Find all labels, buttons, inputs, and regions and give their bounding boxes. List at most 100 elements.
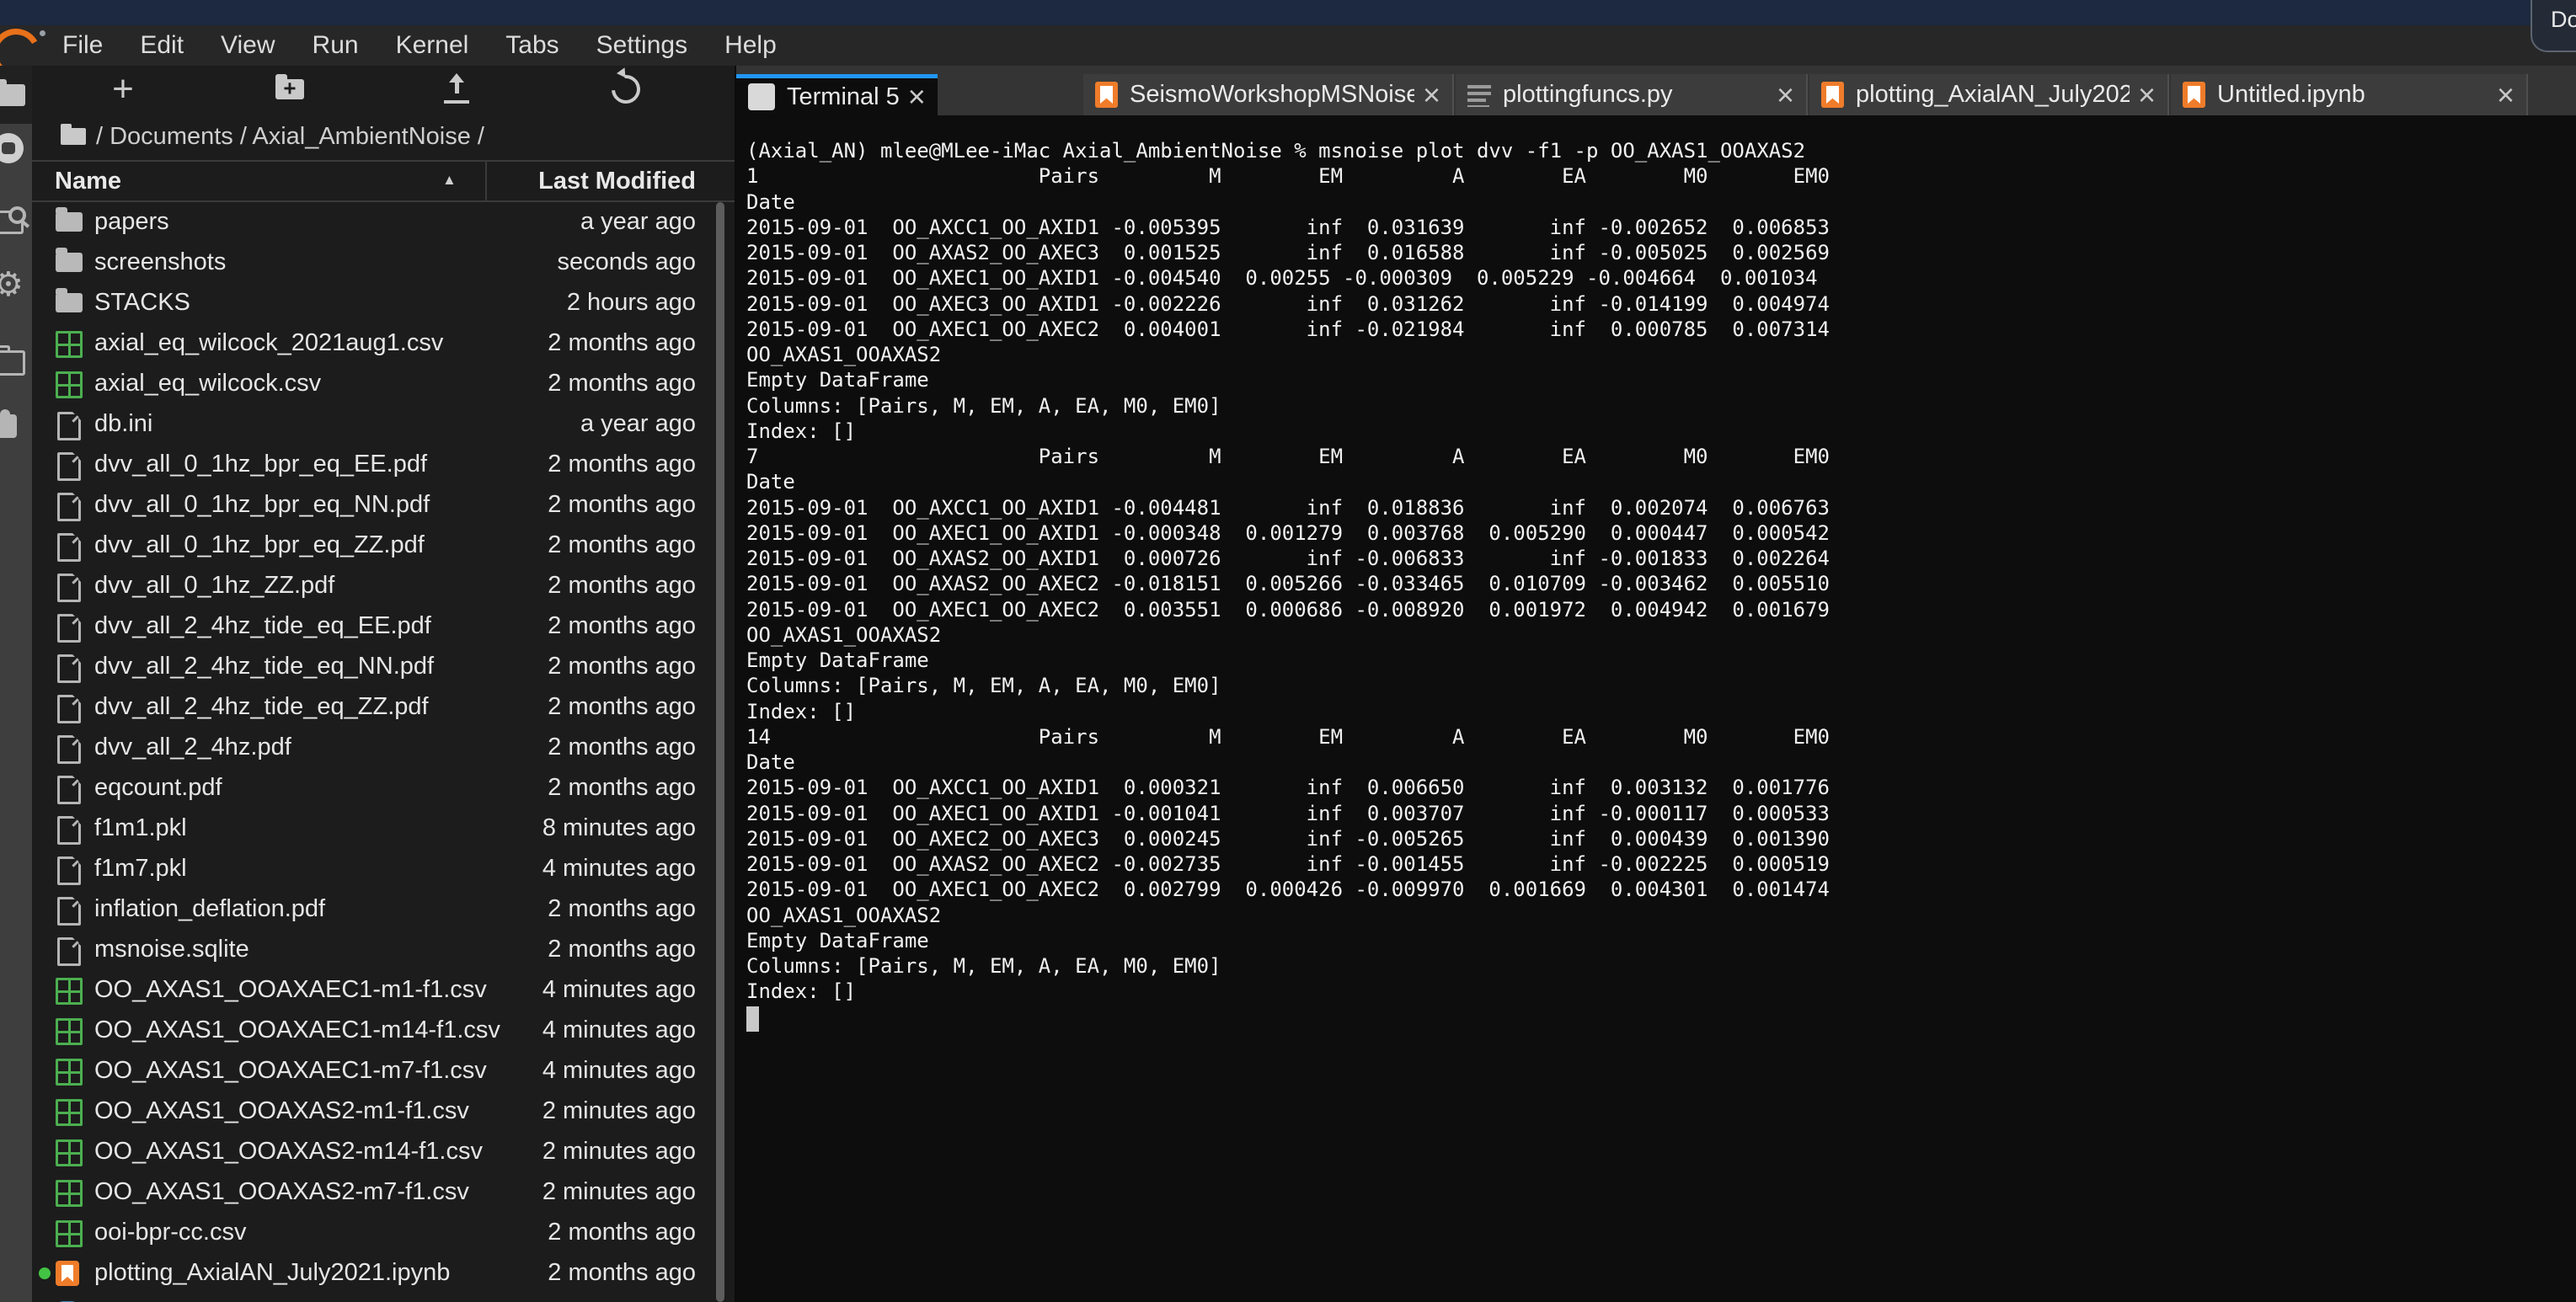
file-list-item[interactable]: ooi-bpr-cc.csv 2 months ago bbox=[32, 1213, 735, 1253]
file-name[interactable]: screenshots bbox=[94, 248, 226, 276]
document-tab[interactable]: Terminal 5 × bbox=[736, 74, 938, 115]
file-list-item[interactable]: OO_AXAS1_OOAXAS2-m14-f1.csv 2 minutes ag… bbox=[32, 1132, 735, 1172]
file-list-item[interactable]: db.ini a year ago bbox=[32, 404, 735, 445]
tab-label[interactable]: SeismoWorkshopMSNoiseL bbox=[1130, 81, 1414, 109]
tab-label[interactable]: plottingfuncs.py bbox=[1503, 81, 1768, 109]
menu-item[interactable]: View bbox=[202, 25, 293, 66]
running-kernel-dot bbox=[39, 1267, 51, 1279]
document-tab[interactable]: plotting_AxialAN_July2021 × bbox=[1809, 74, 2169, 115]
file-name[interactable]: papers bbox=[94, 208, 169, 236]
file-name[interactable]: dvv_all_2_4hz.pdf bbox=[94, 734, 291, 761]
file-list-item[interactable]: f1m1.pkl 8 minutes ago bbox=[32, 808, 735, 849]
file-name[interactable]: OO_AXAS1_OOAXAEC1-m1-f1.csv bbox=[94, 976, 487, 1004]
file-list-item[interactable]: axial_eq_wilcock_2021aug1.csv 2 months a… bbox=[32, 323, 735, 364]
file-name[interactable]: msnoise.sqlite bbox=[94, 936, 249, 963]
document-tab[interactable]: Untitled.ipynb × bbox=[2171, 74, 2528, 115]
file-name[interactable]: dvv_all_0_1hz_ZZ.pdf bbox=[94, 572, 334, 600]
file-list-item[interactable]: dvv_all_0_1hz_ZZ.pdf 2 months ago bbox=[32, 566, 735, 606]
menu-item[interactable]: Help bbox=[706, 25, 795, 66]
new-folder-icon bbox=[275, 79, 304, 99]
file-type-icon bbox=[56, 1261, 83, 1286]
file-list-item[interactable]: dvv_all_2_4hz_tide_eq_ZZ.pdf 2 months ag… bbox=[32, 687, 735, 728]
file-list-item[interactable]: STACKS 2 hours ago bbox=[32, 283, 735, 323]
file-list-item[interactable]: OO_AXAS1_OOAXAEC1-m7-f1.csv 4 minutes ag… bbox=[32, 1051, 735, 1091]
file-list-item[interactable]: plotting_AxialAN_July2021.ipynb 2 months… bbox=[32, 1253, 735, 1294]
file-name[interactable]: dvv_all_2_4hz_tide_eq_NN.pdf bbox=[94, 653, 434, 680]
file-list-item[interactable]: plottingfuncs_adapted.py 2 months ago bbox=[32, 1294, 735, 1302]
file-list-scrollbar[interactable] bbox=[716, 202, 724, 1302]
home-folder-icon[interactable] bbox=[61, 128, 86, 145]
file-list-item[interactable]: f1m7.pkl 4 minutes ago bbox=[32, 849, 735, 889]
menu-item[interactable]: Run bbox=[294, 25, 377, 66]
tab-label[interactable]: Untitled.ipynb bbox=[2217, 81, 2488, 109]
file-name[interactable]: plotting_AxialAN_July2021.ipynb bbox=[94, 1259, 450, 1287]
refresh-button[interactable] bbox=[601, 69, 651, 109]
file-list-item[interactable]: OO_AXAS1_OOAXAEC1-m14-f1.csv 4 minutes a… bbox=[32, 1011, 735, 1051]
file-name[interactable]: OO_AXAS1_OOAXAS2-m7-f1.csv bbox=[94, 1178, 469, 1206]
tab-label[interactable]: plotting_AxialAN_July2021 bbox=[1856, 81, 2130, 109]
file-list-item[interactable]: dvv_all_2_4hz_tide_eq_EE.pdf 2 months ag… bbox=[32, 606, 735, 647]
file-list-item[interactable]: axial_eq_wilcock.csv 2 months ago bbox=[32, 364, 735, 404]
document-tab[interactable]: SeismoWorkshopMSNoiseL × bbox=[1083, 74, 1454, 115]
file-name[interactable]: OO_AXAS1_OOAXAEC1-m7-f1.csv bbox=[94, 1057, 487, 1085]
menu-item[interactable]: Kernel bbox=[377, 25, 488, 66]
file-list-item[interactable]: OO_AXAS1_OOAXAS2-m7-f1.csv 2 minutes ago bbox=[32, 1172, 735, 1213]
close-icon[interactable]: × bbox=[1777, 83, 1794, 108]
breadcrumb-path[interactable]: / Documents / Axial_AmbientNoise / bbox=[96, 123, 484, 151]
file-list-item[interactable]: papers a year ago bbox=[32, 202, 735, 243]
file-name[interactable]: dvv_all_2_4hz_tide_eq_ZZ.pdf bbox=[94, 693, 429, 721]
file-name[interactable]: axial_eq_wilcock.csv bbox=[94, 370, 321, 398]
file-name[interactable]: OO_AXAS1_OOAXAEC1-m14-f1.csv bbox=[94, 1017, 500, 1044]
gear-icon[interactable]: ⚙ bbox=[0, 268, 24, 301]
file-name[interactable]: OO_AXAS1_OOAXAS2-m14-f1.csv bbox=[94, 1138, 483, 1166]
sort-ascending-icon[interactable]: ▲ bbox=[442, 172, 457, 189]
file-name[interactable]: dvv_all_0_1hz_bpr_eq_EE.pdf bbox=[94, 451, 427, 478]
close-icon[interactable]: × bbox=[908, 84, 926, 109]
file-list-item[interactable]: dvv_all_0_1hz_bpr_eq_ZZ.pdf 2 months ago bbox=[32, 526, 735, 566]
menu-item[interactable]: Edit bbox=[121, 25, 202, 66]
file-list-item[interactable]: eqcount.pdf 2 months ago bbox=[32, 768, 735, 808]
menu-item[interactable]: Settings bbox=[578, 25, 706, 66]
file-list-item[interactable]: OO_AXAS1_OOAXAS2-m1-f1.csv 2 minutes ago bbox=[32, 1091, 735, 1132]
file-name[interactable]: OO_AXAS1_OOAXAS2-m1-f1.csv bbox=[94, 1097, 469, 1125]
file-name[interactable]: dvv_all_2_4hz_tide_eq_EE.pdf bbox=[94, 612, 431, 640]
file-list-item[interactable]: inflation_deflation.pdf 2 months ago bbox=[32, 889, 735, 930]
file-list-item[interactable]: dvv_all_2_4hz.pdf 2 months ago bbox=[32, 728, 735, 768]
document-tab[interactable]: plottingfuncs.py × bbox=[1456, 74, 1808, 115]
file-name[interactable]: db.ini bbox=[94, 410, 152, 438]
menu-item[interactable]: File bbox=[44, 25, 121, 66]
file-list-item[interactable]: msnoise.sqlite 2 months ago bbox=[32, 930, 735, 970]
inspector-icon[interactable] bbox=[0, 211, 24, 234]
file-list-item[interactable]: dvv_all_2_4hz_tide_eq_NN.pdf 2 months ag… bbox=[32, 647, 735, 687]
file-name[interactable]: f1m7.pkl bbox=[94, 855, 187, 883]
new-folder-button[interactable] bbox=[265, 69, 315, 109]
column-header-last-modified[interactable]: Last Modified bbox=[538, 168, 696, 195]
breadcrumb[interactable]: / Documents / Axial_AmbientNoise / bbox=[61, 120, 484, 153]
extensions-puzzle-icon[interactable] bbox=[0, 414, 17, 438]
close-icon[interactable]: × bbox=[2497, 83, 2515, 108]
file-name[interactable]: ooi-bpr-cc.csv bbox=[94, 1219, 247, 1246]
file-last-modified: 2 months ago bbox=[548, 693, 696, 721]
file-name[interactable]: STACKS bbox=[94, 289, 190, 317]
file-name[interactable]: eqcount.pdf bbox=[94, 774, 222, 802]
file-browser-icon[interactable] bbox=[0, 84, 25, 106]
file-name[interactable]: dvv_all_0_1hz_bpr_eq_NN.pdf bbox=[94, 491, 430, 519]
file-name[interactable]: dvv_all_0_1hz_bpr_eq_ZZ.pdf bbox=[94, 531, 425, 559]
close-icon[interactable]: × bbox=[1423, 83, 1440, 108]
file-list-item[interactable]: dvv_all_0_1hz_bpr_eq_EE.pdf 2 months ago bbox=[32, 445, 735, 485]
new-launcher-button[interactable]: + bbox=[98, 69, 148, 109]
tab-label[interactable]: Terminal 5 bbox=[787, 83, 900, 111]
close-icon[interactable]: × bbox=[2138, 83, 2156, 108]
upload-button[interactable] bbox=[431, 69, 482, 109]
file-list-item[interactable]: screenshots seconds ago bbox=[32, 243, 735, 283]
column-header-name[interactable]: Name bbox=[55, 168, 121, 195]
file-list-item[interactable]: dvv_all_0_1hz_bpr_eq_NN.pdf 2 months ago bbox=[32, 485, 735, 526]
open-tabs-icon[interactable] bbox=[0, 350, 25, 376]
file-list-item[interactable]: OO_AXAS1_OOAXAEC1-m1-f1.csv 4 minutes ag… bbox=[32, 970, 735, 1011]
file-name[interactable]: f1m1.pkl bbox=[94, 814, 187, 842]
terminal-panel[interactable]: (Axial_AN) mlee@MLee-iMac Axial_AmbientN… bbox=[736, 115, 2576, 1302]
file-last-modified: 2 hours ago bbox=[567, 289, 696, 317]
file-name[interactable]: axial_eq_wilcock_2021aug1.csv bbox=[94, 329, 443, 357]
file-name[interactable]: inflation_deflation.pdf bbox=[94, 895, 325, 923]
menu-item[interactable]: Tabs bbox=[487, 25, 577, 66]
